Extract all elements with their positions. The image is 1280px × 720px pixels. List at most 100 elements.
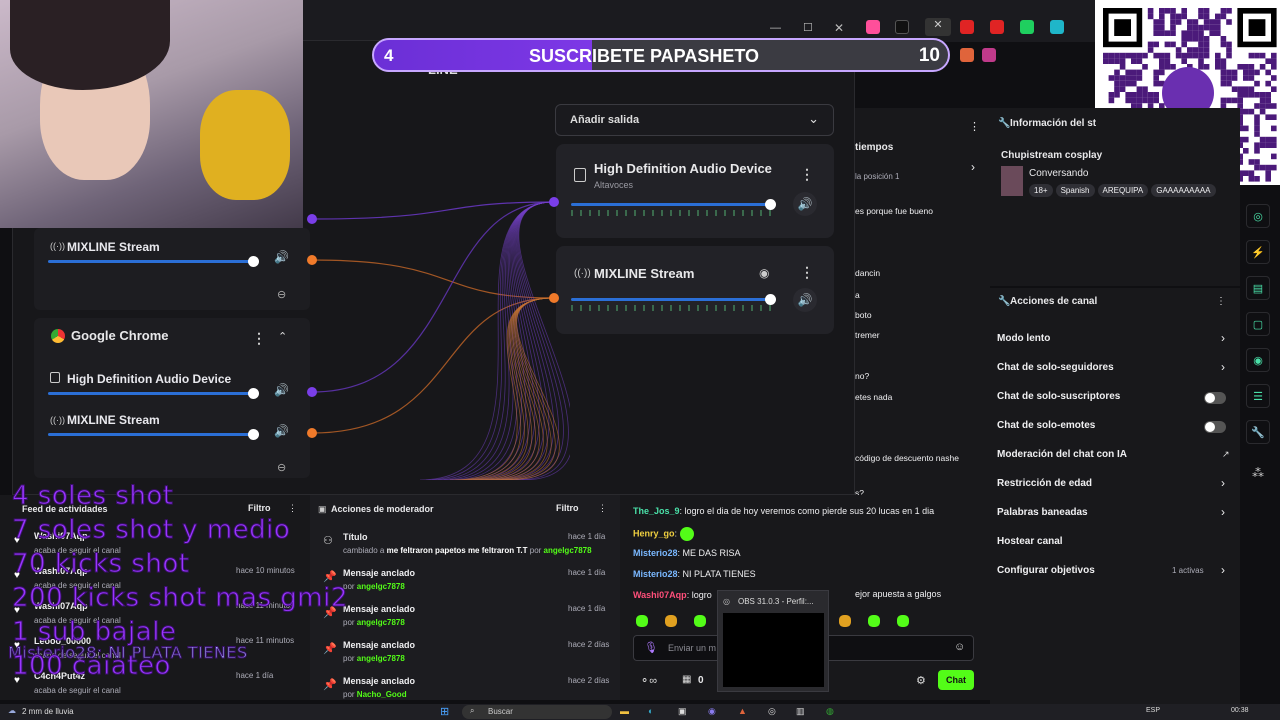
emote-icon[interactable] <box>897 615 909 627</box>
emote-icon[interactable] <box>839 615 851 627</box>
route-node[interactable] <box>307 214 317 224</box>
windows-start-icon[interactable]: ⊞ <box>440 705 449 718</box>
emote-icon[interactable] <box>636 615 648 627</box>
close-icon[interactable]: ✕ <box>834 21 844 35</box>
channel-action-row[interactable]: Restricción de edad › <box>997 476 1232 494</box>
clipboard-icon[interactable]: ▤ <box>1246 276 1270 300</box>
collapse-icon[interactable]: ⊖ <box>277 288 286 301</box>
minimize-icon[interactable]: — <box>770 22 781 34</box>
route-node[interactable] <box>307 255 317 265</box>
volume-slider-knob[interactable] <box>248 256 259 267</box>
chevron-right-icon[interactable]: › <box>1221 331 1225 345</box>
chat-username[interactable]: Washi07Aqp <box>633 590 687 600</box>
emote-icon[interactable] <box>868 615 880 627</box>
collapse-icon[interactable]: ⊖ <box>277 461 286 474</box>
chat-username[interactable]: Misterio28 <box>633 569 678 579</box>
feed-filter-button[interactable]: Filtro <box>248 503 271 513</box>
volume-icon[interactable]: 🔊 <box>274 424 289 438</box>
extension-icon[interactable] <box>982 48 996 62</box>
camera-icon[interactable]: ◎ <box>1246 204 1270 228</box>
more-menu-icon[interactable]: ⋮ <box>800 264 814 281</box>
gift-icon[interactable]: ▦ <box>682 674 691 685</box>
lightning-icon[interactable]: ⚡ <box>1246 240 1270 264</box>
route-node[interactable] <box>307 428 317 438</box>
toggle-switch[interactable] <box>1204 392 1226 404</box>
chat-username[interactable]: Misterio28 <box>633 548 678 558</box>
wrench-icon[interactable]: 🔧 <box>1246 420 1270 444</box>
taskbar-search[interactable]: ⌕ Buscar <box>462 705 612 719</box>
tag-chip[interactable]: 18+ <box>1029 184 1053 197</box>
volume-slider[interactable] <box>571 203 771 206</box>
volume-slider-knob[interactable] <box>248 429 259 440</box>
volume-slider-knob[interactable] <box>765 199 776 210</box>
obs-taskbar-preview[interactable]: ◎ OBS 31.0.3 - Perfil:... <box>717 590 829 692</box>
volume-slider-knob[interactable] <box>765 294 776 305</box>
brave-icon[interactable] <box>960 48 974 62</box>
extensions-icon[interactable]: ⁂ <box>1252 466 1264 480</box>
more-menu-icon[interactable]: ⋮ <box>288 503 297 514</box>
mic-icon[interactable]: 🎙 <box>644 641 658 654</box>
channel-action-row[interactable]: Hostear canal <box>997 534 1232 552</box>
channel-action-row[interactable]: Chat de solo-emotes <box>997 418 1232 436</box>
output-node[interactable] <box>549 197 559 207</box>
list-icon[interactable]: ☰ <box>1246 384 1270 408</box>
tiktok-icon[interactable] <box>895 20 909 34</box>
volume-slider[interactable] <box>48 392 258 395</box>
category-name[interactable]: Conversando <box>1029 168 1088 179</box>
youtube-icon[interactable] <box>990 20 1004 34</box>
more-menu-icon[interactable]: ⋮ <box>800 166 814 183</box>
emoji-icon[interactable]: ☺ <box>954 641 965 653</box>
kick-icon[interactable] <box>1020 20 1034 34</box>
volume-slider[interactable] <box>48 260 258 263</box>
chevron-right-icon[interactable]: › <box>971 160 975 174</box>
volume-slider-knob[interactable] <box>248 388 259 399</box>
channel-action-row[interactable]: Chat de solo-seguidores › <box>997 360 1232 378</box>
volume-slider[interactable] <box>48 433 258 436</box>
points-icon[interactable]: ⚬∞ <box>640 674 657 687</box>
volume-icon[interactable]: 🔊 <box>793 288 817 312</box>
volume-icon[interactable]: 🔊 <box>274 383 289 397</box>
volume-slider[interactable] <box>571 298 771 301</box>
tag-chip[interactable]: GAAAAAAAAA <box>1151 184 1216 197</box>
mod-filter-button[interactable]: Filtro <box>556 503 579 513</box>
folder-icon[interactable]: ▬ <box>620 706 629 716</box>
language-indicator[interactable]: ESP <box>1146 707 1160 714</box>
chrome-icon[interactable]: ◍ <box>826 706 834 717</box>
clock[interactable]: 00:38 <box>1231 707 1249 714</box>
youtube-icon[interactable] <box>960 20 974 34</box>
chevron-right-icon[interactable]: › <box>1221 360 1225 374</box>
more-menu-icon[interactable]: ⋮ <box>1216 296 1226 307</box>
app-icon[interactable]: ▥ <box>796 706 805 717</box>
channel-action-row[interactable]: Configurar objetivos 1 activas › <box>997 563 1232 581</box>
moderator-name[interactable]: Nacho_Good <box>357 690 407 699</box>
tab-close-icon[interactable]: ✕ <box>925 18 951 36</box>
moderator-name[interactable]: angelgc7878 <box>357 654 405 663</box>
output-node[interactable] <box>549 293 559 303</box>
channel-action-row[interactable]: Chat de solo-suscriptores <box>997 389 1232 407</box>
channel-action-row[interactable]: Modo lento › <box>997 331 1232 349</box>
toggle-switch[interactable] <box>1204 421 1226 433</box>
brave-icon[interactable]: ▲ <box>738 706 747 716</box>
route-node[interactable] <box>307 387 317 397</box>
chevron-up-icon[interactable]: ⌃ <box>278 330 287 343</box>
moderator-name[interactable]: angelgc7878 <box>357 618 405 627</box>
emote-icon[interactable] <box>665 615 677 627</box>
chat-send-button[interactable]: Chat <box>938 670 974 690</box>
listen-icon[interactable]: ◉ <box>759 266 769 280</box>
moderator-name[interactable]: angelgc7878 <box>544 546 592 555</box>
extension-icon[interactable] <box>1050 20 1064 34</box>
chat-icon[interactable]: ▢ <box>1246 312 1270 336</box>
channel-action-row[interactable]: Moderación del chat con IA ↗ <box>997 447 1232 465</box>
maximize-icon[interactable]: ☐ <box>803 21 813 34</box>
channel-action-row[interactable]: Palabras baneadas › <box>997 505 1232 523</box>
discord-icon[interactable]: ◉ <box>708 706 716 717</box>
broadcast-icon[interactable]: ◉ <box>1246 348 1270 372</box>
extension-icon[interactable] <box>866 20 880 34</box>
obs-icon[interactable]: ◎ <box>768 706 776 717</box>
more-menu-icon[interactable]: ⋮ <box>598 503 607 514</box>
settings-gear-icon[interactable]: ⚙ <box>916 674 926 687</box>
chevron-right-icon[interactable]: › <box>1221 563 1225 577</box>
edge-icon[interactable]: ◐ <box>648 706 653 716</box>
moderator-name[interactable]: angelgc7878 <box>357 582 405 591</box>
more-menu-icon[interactable]: ⋮ <box>969 120 980 133</box>
